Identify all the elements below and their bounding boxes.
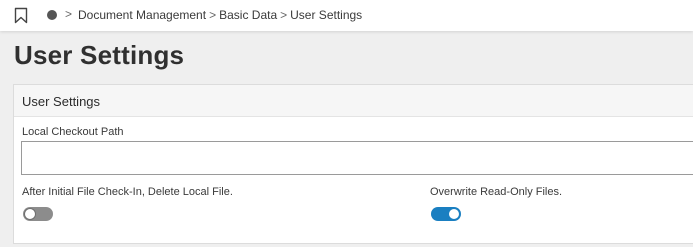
chevron-right-icon: > <box>209 8 217 22</box>
breadcrumb: Document Management > Basic Data > User Sett… <box>78 8 362 22</box>
delete-local-file-label: After Initial File Check-In, Delete Loca… <box>22 186 233 198</box>
local-checkout-path-label: Local Checkout Path <box>22 126 124 138</box>
chevron-right-icon: > <box>280 8 288 22</box>
home-dot-icon[interactable] <box>47 10 57 20</box>
top-bar: > Document Management > Basic Data > User Se… <box>0 0 693 31</box>
toggle-knob <box>448 208 460 220</box>
panel-title: User Settings <box>22 94 101 109</box>
overwrite-readonly-label: Overwrite Read-Only Files. <box>430 186 563 198</box>
local-checkout-path-input[interactable] <box>21 141 693 175</box>
panel-header <box>14 85 693 117</box>
toggle-knob <box>24 208 36 220</box>
breadcrumb-item-document-management[interactable]: Document Management <box>78 8 206 22</box>
chevron-right-icon: > <box>65 7 73 21</box>
breadcrumb-item-basic-data[interactable]: Basic Data <box>219 8 277 22</box>
user-settings-panel: User Settings Local Checkout Path After … <box>13 84 693 244</box>
page-title: User Settings <box>14 40 185 70</box>
bookmark-icon[interactable] <box>14 7 28 24</box>
overwrite-readonly-toggle[interactable] <box>431 207 461 221</box>
breadcrumb-item-user-settings: User Settings <box>290 8 363 22</box>
delete-local-file-toggle[interactable] <box>23 207 53 221</box>
